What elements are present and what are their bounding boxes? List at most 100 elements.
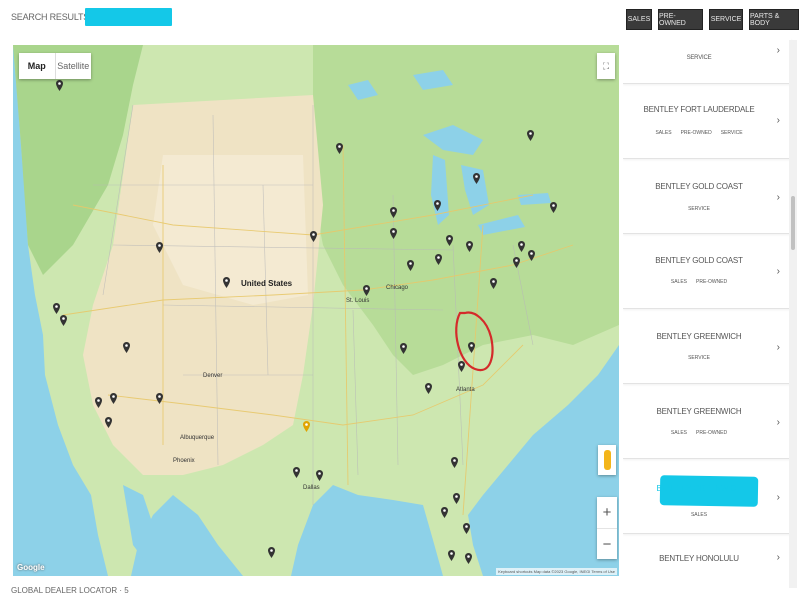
chevron-right-icon[interactable]: › <box>777 192 780 203</box>
city-label: Chicago <box>386 285 409 291</box>
chevron-right-icon[interactable]: › <box>777 492 780 503</box>
map-type-satellite-button[interactable]: Satellite <box>54 53 92 79</box>
dealer-pin-icon[interactable] <box>60 315 67 326</box>
country-label: United States <box>241 279 293 288</box>
city-label: Atlanta <box>456 387 475 393</box>
zoom-in-button[interactable]: + <box>597 497 617 528</box>
dealer-pin-icon[interactable] <box>513 257 520 268</box>
result-card-highlighted[interactable]: BENTLEY GREENWICH SALES › <box>623 462 791 534</box>
fullscreen-icon[interactable]: ⛶ <box>597 53 615 79</box>
dealer-pin-icon[interactable] <box>451 457 458 468</box>
results-scrollbar-thumb[interactable] <box>791 196 795 250</box>
filter-parts-button[interactable]: PARTS & BODY <box>749 9 799 30</box>
dealer-map[interactable]: United States Denver Dallas Phoenix Albu… <box>13 45 619 576</box>
dealer-pin-icon[interactable] <box>466 241 473 252</box>
result-card[interactable]: BENTLEY GREENWICH SALES PRE-OWNED › <box>623 387 791 459</box>
dealer-pin-icon[interactable] <box>425 383 432 394</box>
dealer-pin-icon[interactable] <box>434 200 441 211</box>
dealer-pin-icon[interactable] <box>463 523 470 534</box>
dealer-pin-icon[interactable] <box>400 343 407 354</box>
dealer-pin-icon[interactable] <box>473 173 480 184</box>
dealer-pin-icon[interactable] <box>316 470 323 481</box>
pegman-figure <box>603 450 611 470</box>
result-tags: SERVICE <box>623 355 775 361</box>
dealer-pin-icon[interactable] <box>458 361 465 372</box>
dealer-pin-icon[interactable] <box>390 228 397 239</box>
dealer-pin-icon[interactable] <box>53 303 60 314</box>
dealer-pin-icon[interactable] <box>528 250 535 261</box>
filter-service-button[interactable]: SERVICE <box>709 9 743 30</box>
dealer-pin-icon[interactable] <box>293 467 300 478</box>
search-results-label: SEARCH RESULTS <box>11 12 90 22</box>
result-title: BENTLEY GREENWICH <box>656 407 742 416</box>
zoom-out-button[interactable]: − <box>597 528 617 559</box>
dealer-pin-icon[interactable] <box>56 80 63 91</box>
chevron-right-icon[interactable]: › <box>777 115 780 126</box>
chevron-right-icon[interactable]: › <box>777 45 780 56</box>
map-type-map-button[interactable]: Map <box>19 53 55 79</box>
dealer-pin-icon[interactable] <box>123 342 130 353</box>
result-card[interactable]: BENTLEY GREENWICH SERVICE › <box>623 312 791 384</box>
dealer-pin-icon[interactable] <box>336 143 343 154</box>
dealer-pin-icon[interactable] <box>268 547 275 558</box>
redaction-highlight <box>85 8 172 26</box>
street-view-pegman-icon[interactable] <box>598 445 616 475</box>
map-attribution[interactable]: Keyboard shortcuts Map data ©2023 Google… <box>496 568 617 575</box>
result-title: SERVICE <box>686 55 712 61</box>
result-card[interactable]: SERVICE › <box>623 38 791 84</box>
chevron-right-icon[interactable]: › <box>777 266 780 277</box>
tag-sales-link[interactable]: SALES <box>691 512 707 518</box>
city-label: Phoenix <box>173 458 195 464</box>
dealer-pin-icon[interactable] <box>527 130 534 141</box>
dealer-pin-icon[interactable] <box>407 260 414 271</box>
dealer-pin-icon[interactable] <box>156 393 163 404</box>
dealer-pin-icon[interactable] <box>490 278 497 289</box>
city-label: St. Louis <box>346 298 370 304</box>
results-scrollbar[interactable] <box>789 40 797 588</box>
result-title: BENTLEY HONOLULU <box>659 554 739 563</box>
dealer-pin-icon[interactable] <box>441 507 448 518</box>
result-card[interactable]: BENTLEY FORT LAUDERDALE SALES PRE-OWNED … <box>623 87 791 159</box>
dealer-pin-icon[interactable] <box>465 553 472 564</box>
dealer-pin-icon[interactable] <box>518 241 525 252</box>
result-card[interactable]: BENTLEY HONOLULU › <box>623 537 791 588</box>
dealer-pin-icon[interactable] <box>303 421 310 432</box>
city-label: Dallas <box>303 485 320 491</box>
dealer-pin-icon[interactable] <box>110 393 117 404</box>
chevron-right-icon[interactable]: › <box>777 417 780 428</box>
google-logo: Google <box>17 563 45 572</box>
filter-pre-owned-button[interactable]: PRE-OWNED <box>658 9 703 30</box>
dealer-pin-icon[interactable] <box>550 202 557 213</box>
result-card[interactable]: BENTLEY GOLD COAST SALES PRE-OWNED › <box>623 237 791 309</box>
dealer-pin-icon[interactable] <box>390 207 397 218</box>
tag-service-link[interactable]: SERVICE <box>688 355 710 361</box>
dealer-pin-icon[interactable] <box>468 342 475 353</box>
filter-sales-button[interactable]: SALES <box>626 9 652 30</box>
result-card[interactable]: BENTLEY GOLD COAST SERVICE › <box>623 162 791 234</box>
chevron-right-icon[interactable]: › <box>777 552 780 563</box>
top-bar: SEARCH RESULTS SALES PRE-OWNED SERVICE P… <box>0 0 803 40</box>
chevron-right-icon[interactable]: › <box>777 342 780 353</box>
dealer-pin-icon[interactable] <box>363 285 370 296</box>
tag-sales-link[interactable]: SALES <box>671 279 687 285</box>
tag-pre-owned-link[interactable]: PRE-OWNED <box>696 279 727 285</box>
tag-sales-link[interactable]: SALES <box>655 130 671 136</box>
zoom-control: + − <box>597 497 617 559</box>
dealer-pin-icon[interactable] <box>105 417 112 428</box>
tag-pre-owned-link[interactable]: PRE-OWNED <box>696 430 727 436</box>
results-list[interactable]: SERVICE › BENTLEY FORT LAUDERDALE SALES … <box>623 38 798 588</box>
tag-sales-link[interactable]: SALES <box>671 430 687 436</box>
dealer-pin-icon[interactable] <box>446 235 453 246</box>
dealer-pin-icon[interactable] <box>448 550 455 561</box>
dealer-pin-icon[interactable] <box>310 231 317 242</box>
map-canvas[interactable] <box>13 45 619 576</box>
result-tags: SALES PRE-OWNED <box>623 430 775 436</box>
tag-service-link[interactable]: SERVICE <box>721 130 743 136</box>
dealer-pin-icon[interactable] <box>95 397 102 408</box>
dealer-pin-icon[interactable] <box>435 254 442 265</box>
tag-service-link[interactable]: SERVICE <box>688 206 710 212</box>
dealer-pin-icon[interactable] <box>156 242 163 253</box>
tag-pre-owned-link[interactable]: PRE-OWNED <box>681 130 712 136</box>
dealer-pin-icon[interactable] <box>453 493 460 504</box>
dealer-pin-icon[interactable] <box>223 277 230 288</box>
